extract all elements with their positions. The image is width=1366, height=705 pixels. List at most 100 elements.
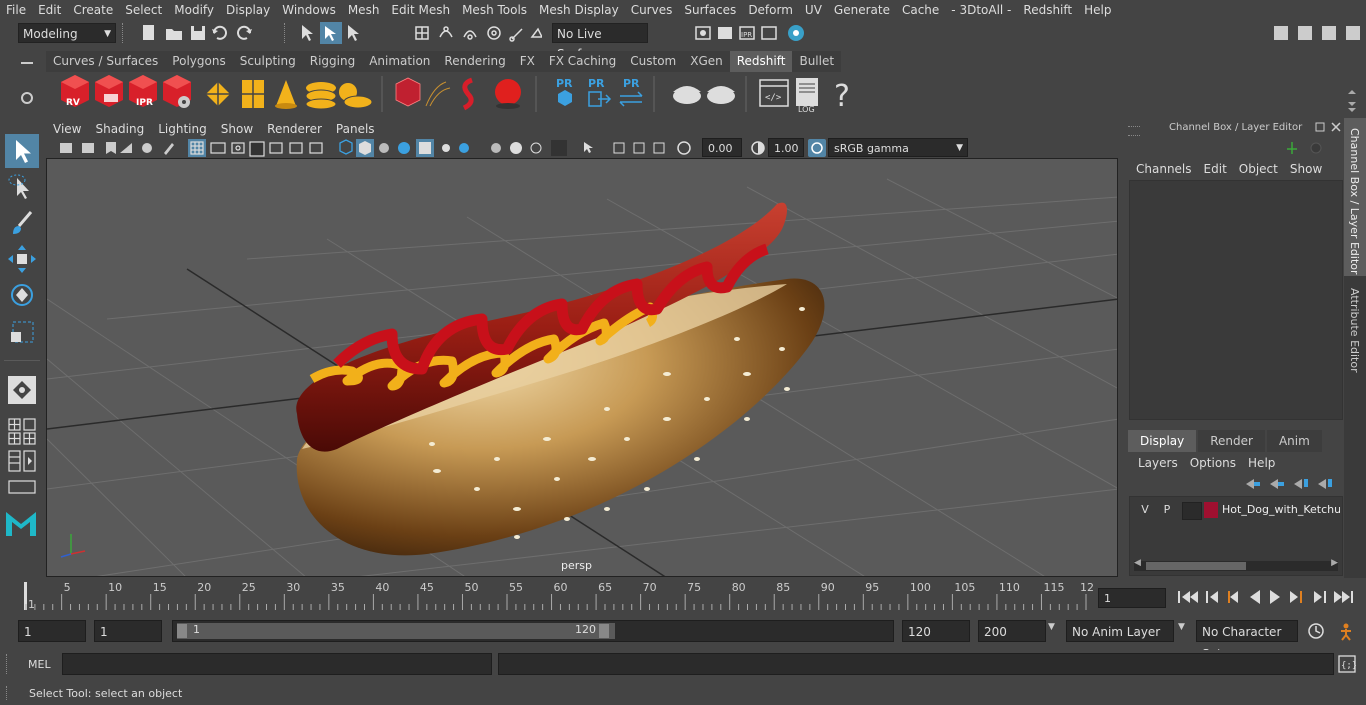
menu-select[interactable]: Select bbox=[119, 3, 168, 17]
menu-help[interactable]: Help bbox=[1078, 3, 1117, 17]
select-tool[interactable] bbox=[5, 134, 39, 168]
channel-box-menu-edit[interactable]: Edit bbox=[1204, 162, 1239, 176]
shelf-tab-xgen[interactable]: XGen bbox=[683, 51, 730, 72]
chevron-down-icon[interactable]: ▼ bbox=[1178, 622, 1185, 632]
menu-modify[interactable]: Modify bbox=[168, 3, 220, 17]
scale-tool[interactable] bbox=[5, 314, 39, 348]
layer-tab-render[interactable]: Render bbox=[1198, 430, 1265, 452]
viewport-menu-show[interactable]: Show bbox=[214, 122, 260, 136]
viewport-menu-shading[interactable]: Shading bbox=[88, 122, 151, 136]
range-handle-end[interactable] bbox=[599, 624, 609, 638]
tab-attribute-editor[interactable]: Attribute Editor bbox=[1344, 280, 1366, 380]
menu-cache[interactable]: Cache bbox=[896, 3, 945, 17]
layer-name[interactable]: Hot_Dog_with_Ketchu bbox=[1222, 501, 1340, 519]
scroll-left-icon[interactable]: ◀ bbox=[1134, 558, 1141, 568]
layer-menu-options[interactable]: Options bbox=[1190, 456, 1248, 470]
character-set-dropdown[interactable]: No Character Set bbox=[1196, 620, 1298, 661]
layer-action-icons[interactable] bbox=[1242, 476, 1338, 492]
menu-redshift[interactable]: Redshift bbox=[1017, 3, 1078, 17]
channel-box-menu-object[interactable]: Object bbox=[1239, 162, 1290, 176]
menu-file[interactable]: File bbox=[0, 3, 32, 17]
color-space-dropdown[interactable]: sRGB gamma ▼ bbox=[828, 138, 968, 157]
shelf-tab-rendering[interactable]: Rendering bbox=[437, 51, 513, 72]
panel-window-icons[interactable] bbox=[1314, 121, 1344, 133]
command-input[interactable] bbox=[62, 653, 492, 675]
menu-surfaces[interactable]: Surfaces bbox=[678, 3, 742, 17]
menu-3dtoall[interactable]: - 3DtoAll - bbox=[945, 3, 1017, 17]
range-slider[interactable]: 1 120 bbox=[172, 620, 894, 642]
scroll-right-icon[interactable]: ▶ bbox=[1331, 558, 1338, 568]
shelf-scroll-arrows[interactable] bbox=[1346, 88, 1358, 112]
playback-end-field[interactable]: 120 bbox=[902, 620, 970, 642]
playback-start-field[interactable]: 1 bbox=[94, 620, 162, 642]
scene-start-field[interactable]: 1 bbox=[18, 620, 86, 642]
layer-row[interactable]: V P Hot_Dog_with_Ketchu bbox=[1132, 501, 1340, 520]
menu-mesh-display[interactable]: Mesh Display bbox=[533, 3, 625, 17]
layer-scrollbar[interactable]: ◀ ▶ bbox=[1134, 558, 1338, 571]
anim-pref-icons[interactable] bbox=[1306, 621, 1362, 641]
chevron-down-icon[interactable]: ▼ bbox=[1048, 622, 1055, 632]
menu-set-dropdown[interactable]: Modeling ▼ bbox=[18, 23, 116, 43]
layer-playback-toggle[interactable]: P bbox=[1158, 501, 1176, 519]
menu-display[interactable]: Display bbox=[220, 3, 276, 17]
color-management-icon[interactable] bbox=[808, 139, 826, 157]
shelf-tab-fx-caching[interactable]: FX Caching bbox=[541, 51, 624, 72]
scene-end-field[interactable]: 200 bbox=[978, 620, 1046, 642]
show-manipulator-tool[interactable] bbox=[5, 373, 39, 407]
shelf-tab-custom[interactable]: Custom bbox=[623, 51, 684, 72]
menu-mesh[interactable]: Mesh bbox=[342, 3, 386, 17]
menu-edit[interactable]: Edit bbox=[32, 3, 67, 17]
viewport-menu-view[interactable]: View bbox=[46, 122, 88, 136]
shelf-tab-polygons[interactable]: Polygons bbox=[165, 51, 233, 72]
menu-windows[interactable]: Windows bbox=[276, 3, 342, 17]
gamma-field[interactable]: 1.00 bbox=[768, 138, 804, 157]
layer-tab-display[interactable]: Display bbox=[1128, 430, 1197, 452]
shelf-tab-redshift[interactable]: Redshift bbox=[729, 51, 793, 72]
command-language-label[interactable]: MEL bbox=[28, 658, 51, 671]
viewport-menu-renderer[interactable]: Renderer bbox=[260, 122, 329, 136]
shelf-tab-fx[interactable]: FX bbox=[512, 51, 542, 72]
range-handle-start[interactable] bbox=[177, 624, 187, 638]
channel-box-menu-channels[interactable]: Channels bbox=[1136, 162, 1204, 176]
anim-layer-dropdown[interactable]: No Anim Layer bbox=[1066, 620, 1174, 642]
range-slider-bar-fill[interactable] bbox=[177, 623, 615, 639]
menu-generate[interactable]: Generate bbox=[828, 3, 896, 17]
menu-curves[interactable]: Curves bbox=[625, 3, 679, 17]
rotate-tool[interactable] bbox=[5, 278, 39, 312]
channel-box-menus: Channels Edit Object Show bbox=[1136, 162, 1334, 176]
menu-mesh-tools[interactable]: Mesh Tools bbox=[456, 3, 533, 17]
script-editor-icon[interactable]: {;} bbox=[1338, 655, 1356, 673]
menu-edit-mesh[interactable]: Edit Mesh bbox=[385, 3, 456, 17]
time-slider[interactable]: 1 5 10 15 20 25 30 35 40 45 50 55 60 65 70 75 80 85 90 95 10… bbox=[18, 580, 1094, 612]
viewport-menu-panels[interactable]: Panels bbox=[329, 122, 382, 136]
shelf-tab-bullet[interactable]: Bullet bbox=[792, 51, 842, 72]
scrollbar-thumb[interactable] bbox=[1146, 562, 1246, 570]
channel-box-icons[interactable] bbox=[1286, 140, 1336, 156]
layer-display-type[interactable] bbox=[1182, 502, 1202, 520]
shelf-tab-animation[interactable]: Animation bbox=[362, 51, 438, 72]
shelf-tab-curves-surfaces[interactable]: Curves / Surfaces bbox=[46, 51, 166, 72]
menu-uv[interactable]: UV bbox=[799, 3, 828, 17]
current-frame-field[interactable]: 1 bbox=[1098, 588, 1166, 608]
paint-select-tool[interactable] bbox=[5, 206, 39, 240]
exposure-field[interactable]: 0.00 bbox=[702, 138, 742, 157]
channel-box-menu-show[interactable]: Show bbox=[1290, 162, 1334, 176]
menu-create[interactable]: Create bbox=[67, 3, 119, 17]
layer-menu-layers[interactable]: Layers bbox=[1138, 456, 1190, 470]
shelf-options[interactable] bbox=[18, 52, 36, 112]
lasso-tool[interactable] bbox=[5, 170, 39, 204]
menu-deform[interactable]: Deform bbox=[742, 3, 799, 17]
perspective-viewport[interactable]: persp bbox=[46, 158, 1118, 577]
shelf-tab-sculpting[interactable]: Sculpting bbox=[232, 51, 303, 72]
layout-presets-icons[interactable] bbox=[0, 409, 44, 499]
shelf-tab-rigging[interactable]: Rigging bbox=[302, 51, 363, 72]
layer-tab-anim[interactable]: Anim bbox=[1266, 430, 1322, 452]
playback-controls[interactable] bbox=[1172, 586, 1362, 608]
viewport-menu-lighting[interactable]: Lighting bbox=[151, 122, 214, 136]
layer-visibility-toggle[interactable]: V bbox=[1136, 501, 1154, 519]
layer-color-swatch[interactable] bbox=[1204, 502, 1218, 518]
layer-menu-help[interactable]: Help bbox=[1248, 456, 1287, 470]
live-surface-field[interactable]: No Live Surface bbox=[552, 23, 648, 61]
tab-channel-box[interactable]: Channel Box / Layer Editor bbox=[1344, 118, 1366, 276]
move-tool[interactable] bbox=[5, 242, 39, 276]
